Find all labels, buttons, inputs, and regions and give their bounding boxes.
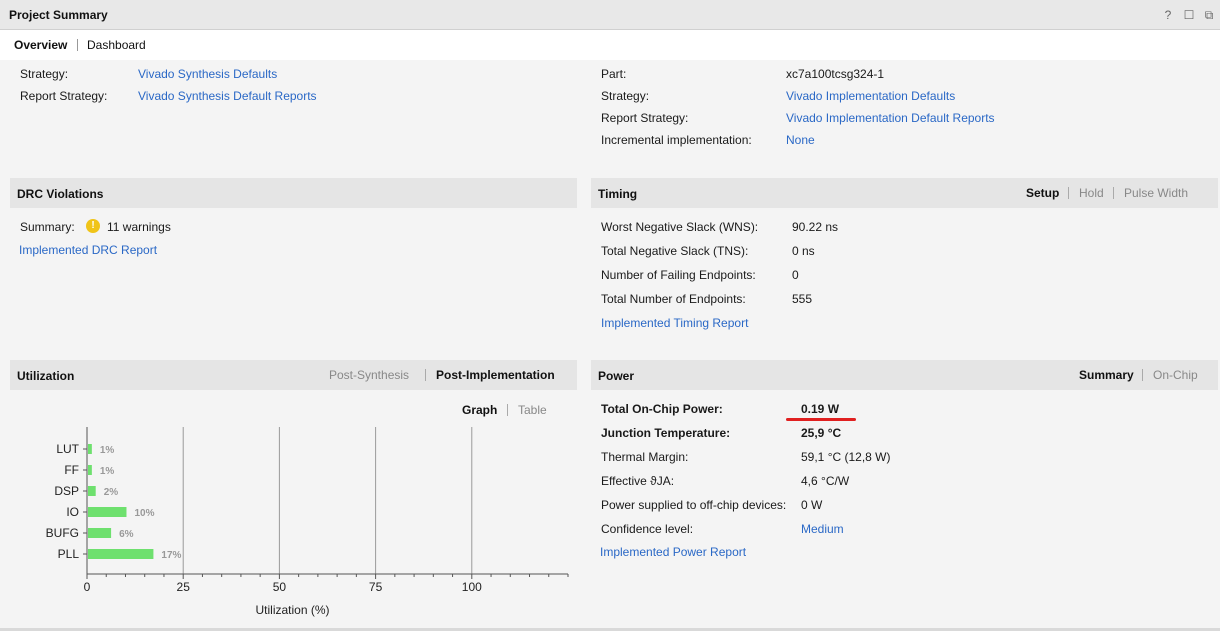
x-tick-label: 75 (369, 580, 383, 594)
effective-theta-ja-value: 4,6 °C/W (801, 474, 850, 488)
power-title: Power (598, 369, 635, 383)
total-power-highlight (786, 418, 856, 421)
drc-summary-value: 11 warnings (107, 220, 171, 234)
incremental-label: Incremental implementation: (601, 133, 752, 147)
bar-value-label: 1% (100, 445, 115, 456)
tab-bar: Overview Dashboard (0, 30, 1220, 60)
timing-tab-hold[interactable]: Hold (1079, 186, 1104, 200)
drc-summary-label: Summary: (20, 220, 75, 234)
warning-icon: ! (86, 219, 100, 233)
total-endpoints-value: 555 (792, 292, 813, 306)
panel-title-bar: Project Summary ? ☐ ⧉ (0, 0, 1220, 30)
bar (88, 528, 112, 538)
thermal-margin-value: 59,1 °C (12,8 W) (801, 450, 891, 464)
power-report-link[interactable]: Implemented Power Report (600, 545, 746, 559)
x-axis-label: Utilization (%) (255, 603, 329, 617)
timing-header: Timing Setup Hold Pulse Width (591, 178, 1218, 208)
drc-report-link[interactable]: Implemented DRC Report (19, 243, 157, 257)
category-label: DSP (54, 484, 79, 498)
power-header: Power Summary On-Chip (591, 360, 1218, 390)
bar (88, 465, 92, 475)
off-chip-power-label: Power supplied to off-chip devices: (601, 498, 787, 512)
tns-label: Total Negative Slack (TNS): (601, 244, 749, 258)
timing-report-link[interactable]: Implemented Timing Report (601, 316, 748, 330)
impl-strategy-label: Strategy: (601, 89, 650, 103)
util-view-separator (507, 404, 508, 416)
bar (88, 486, 96, 496)
x-tick-label: 0 (84, 580, 91, 594)
x-tick-label: 25 (177, 580, 191, 594)
incremental-link[interactable]: None (786, 133, 815, 147)
impl-report-strategy-label: Report Strategy: (601, 111, 689, 125)
bar-value-label: 2% (104, 487, 119, 498)
synth-report-strategy-link[interactable]: Vivado Synthesis Default Reports (138, 89, 317, 103)
failing-endpoints-value: 0 (792, 268, 799, 282)
utilization-chart: 0 25 50 75 100 Utilization (%) LUT 1% FF 1% DSP 2% I… (46, 427, 569, 617)
drc-header: DRC Violations (10, 178, 577, 208)
tab-overview[interactable]: Overview (14, 38, 67, 52)
synth-strategy-label: Strategy: (20, 67, 69, 81)
bar-value-label: 17% (161, 550, 181, 561)
timing-tab-setup[interactable]: Setup (1026, 186, 1059, 200)
synth-report-strategy-label: Report Strategy: (20, 89, 108, 103)
junction-temp-value: 25,9 °C (801, 426, 842, 440)
synth-strategy-link[interactable]: Vivado Synthesis Defaults (138, 67, 277, 81)
impl-report-strategy-link[interactable]: Vivado Implementation Default Reports (786, 111, 995, 125)
power-tab-separator (1142, 369, 1143, 381)
utilization-title: Utilization (17, 369, 75, 383)
utilization-header: Utilization Post-Synthesis Post-Implemen… (10, 360, 577, 390)
util-view-graph[interactable]: Graph (462, 403, 497, 417)
impl-strategy-link[interactable]: Vivado Implementation Defaults (786, 89, 955, 103)
x-tick-label: 50 (273, 580, 287, 594)
total-power-label: Total On-Chip Power: (601, 402, 723, 416)
total-endpoints-label: Total Number of Endpoints: (601, 292, 746, 306)
thermal-margin-label: Thermal Margin: (601, 450, 689, 464)
bar (88, 444, 92, 454)
timing-tab-separator (1068, 187, 1069, 199)
util-tab-post-implementation[interactable]: Post-Implementation (436, 368, 555, 382)
maximize-icon[interactable]: ⧉ (1202, 8, 1216, 22)
power-tab-on-chip[interactable]: On-Chip (1153, 368, 1198, 382)
junction-temp-label: Junction Temperature: (601, 426, 731, 440)
wns-label: Worst Negative Slack (WNS): (601, 220, 759, 234)
x-tick-label: 100 (462, 580, 482, 594)
bar-value-label: 6% (119, 529, 134, 540)
wns-value: 90.22 ns (792, 220, 839, 234)
category-label: BUFG (46, 526, 79, 540)
timing-title: Timing (598, 187, 638, 201)
tab-dashboard[interactable]: Dashboard (87, 38, 146, 52)
util-view-table[interactable]: Table (518, 403, 547, 417)
category-label: IO (66, 505, 79, 519)
bar-value-label: 1% (100, 466, 115, 477)
drc-title: DRC Violations (17, 187, 104, 201)
bar (88, 549, 154, 559)
category-label: LUT (56, 442, 79, 456)
failing-endpoints-label: Number of Failing Endpoints: (601, 268, 756, 282)
tns-value: 0 ns (792, 244, 815, 258)
power-tab-summary[interactable]: Summary (1079, 368, 1134, 382)
util-tab-separator (425, 369, 426, 381)
bar (88, 507, 127, 517)
panel-title: Project Summary (9, 8, 108, 22)
bar-value-label: 10% (134, 508, 154, 519)
part-value: xc7a100tcsg324-1 (786, 67, 885, 81)
confidence-level-link[interactable]: Medium (801, 522, 844, 536)
category-label: PLL (58, 547, 80, 561)
effective-theta-ja-label: Effective ϑJA: (601, 474, 675, 488)
confidence-level-label: Confidence level: (601, 522, 694, 536)
restore-icon[interactable]: ☐ (1182, 8, 1196, 22)
off-chip-power-value: 0 W (801, 498, 823, 512)
tab-separator (77, 39, 78, 51)
part-label: Part: (601, 67, 627, 81)
timing-tab-separator (1113, 187, 1114, 199)
timing-tab-pulse-width[interactable]: Pulse Width (1124, 186, 1188, 200)
util-tab-post-synthesis[interactable]: Post-Synthesis (329, 368, 409, 382)
category-label: FF (64, 463, 79, 477)
help-icon[interactable]: ? (1161, 8, 1175, 22)
total-power-value: 0.19 W (801, 402, 840, 416)
